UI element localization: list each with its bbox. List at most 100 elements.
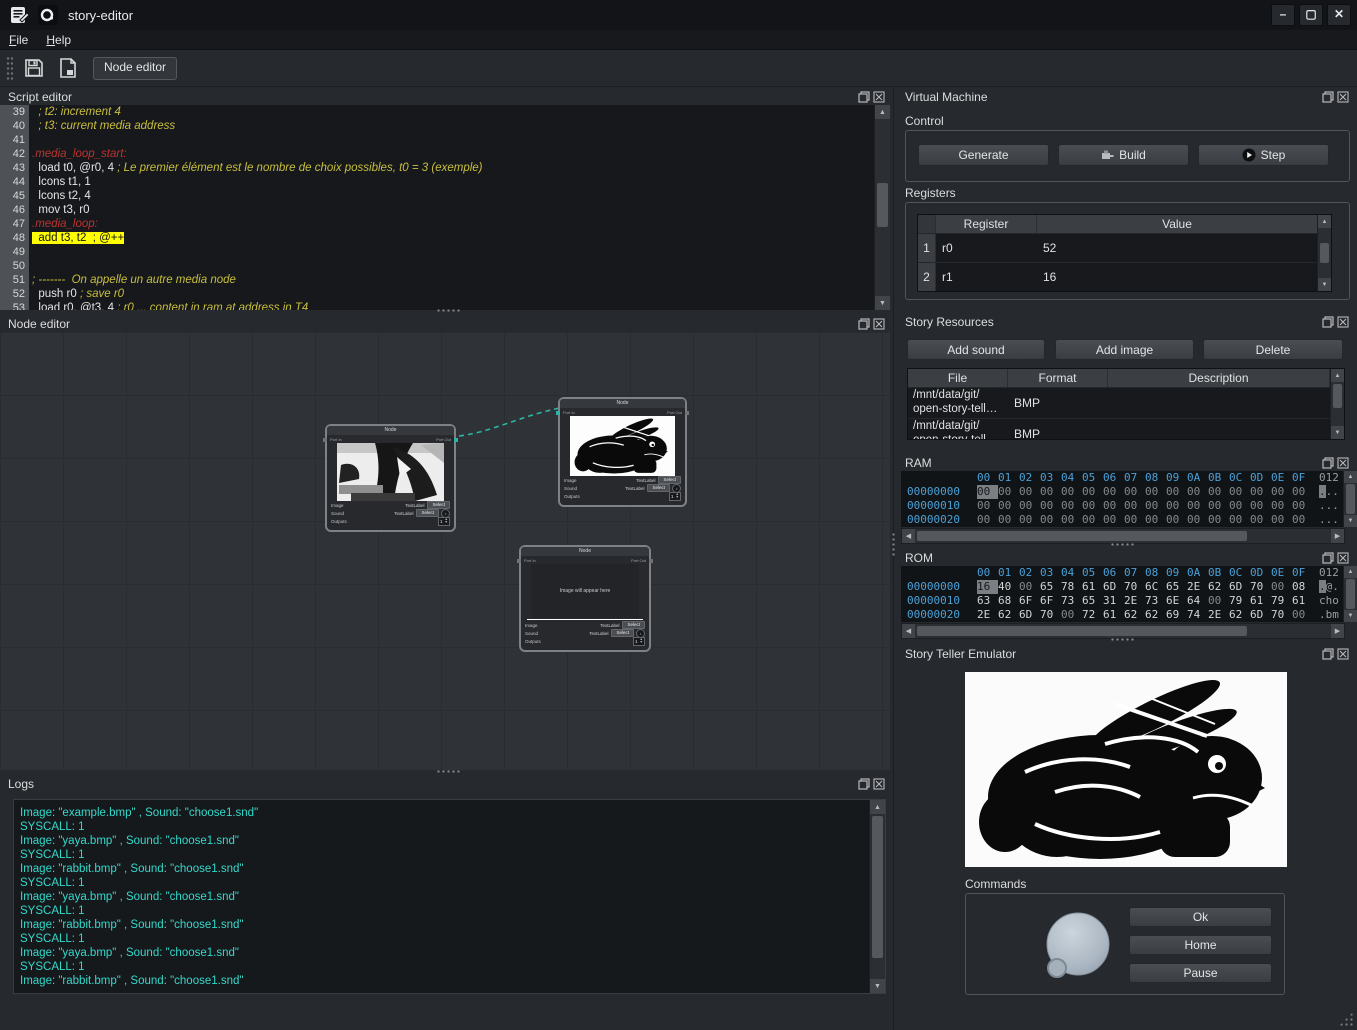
titlebar[interactable]: story-editor – ▢ ✕	[0, 0, 1357, 30]
media-node-rabbit[interactable]: Node Port InPort Out	[558, 397, 687, 507]
float-icon[interactable]	[858, 91, 870, 103]
close-icon[interactable]	[1337, 316, 1349, 328]
maximize-button[interactable]: ▢	[1299, 4, 1323, 26]
menu-help[interactable]: Help	[37, 33, 80, 47]
resources-vscrollbar[interactable]: ▲ ▼	[1330, 369, 1344, 439]
close-icon[interactable]	[1337, 457, 1349, 469]
port-out-dot[interactable]	[649, 559, 653, 563]
code-editor-vscrollbar[interactable]: ▲ ▼	[874, 105, 890, 310]
save-button[interactable]	[21, 55, 47, 81]
float-icon[interactable]	[1322, 648, 1334, 660]
close-icon[interactable]	[873, 318, 885, 330]
log-line: Image: "rabbit.bmp" , Sound: "choose1.sn…	[14, 918, 885, 932]
scroll-up-icon[interactable]: ▲	[875, 105, 890, 119]
splitter-handle[interactable]	[1110, 542, 1136, 547]
log-line: Image: "yaya.bmp" , Sound: "choose1.snd"	[14, 834, 885, 848]
hex-row[interactable]: 0000000000000000000000000000000000000000…	[901, 485, 1343, 499]
close-icon[interactable]	[873, 91, 885, 103]
log-line: Image: "rabbit.bmp" , Sound: "choose1.sn…	[14, 974, 885, 988]
close-icon[interactable]	[1337, 552, 1349, 564]
select-sound-button[interactable]: Select	[647, 484, 670, 492]
code-line: 41	[0, 133, 890, 147]
float-icon[interactable]	[1322, 91, 1334, 103]
code-line: 48 add t3, t2 ; @++	[0, 231, 890, 245]
logs-vscrollbar[interactable]: ▲ ▼	[869, 800, 885, 993]
node-editor-toggle-button[interactable]: Node editor	[93, 57, 177, 80]
build-button[interactable]: Build	[1058, 144, 1189, 166]
port-in-dot[interactable]	[517, 559, 521, 563]
resource-row[interactable]: /mnt/data/git/open-story-tell…BMP	[908, 387, 1344, 418]
new-file-button[interactable]	[55, 55, 81, 81]
node-graph-canvas[interactable]: Node Port InPort Out ImageTextLabelSelec…	[0, 332, 890, 770]
play-icon	[1242, 148, 1256, 162]
register-row[interactable]: 1r052	[918, 233, 1331, 262]
hex-row[interactable]: 0000002000000000000000000000000000000000…	[901, 513, 1343, 527]
float-icon[interactable]	[858, 778, 870, 790]
divider	[893, 88, 894, 1030]
generate-button[interactable]: Generate	[918, 144, 1049, 166]
outputs-spinner[interactable]: 1▲▼	[438, 517, 450, 526]
select-image-button[interactable]: Select	[427, 501, 450, 509]
rom-hex-view[interactable]: 000102030405060708090A0B0C0D0E0F01200000…	[901, 566, 1343, 622]
port-out-dot[interactable]	[454, 438, 458, 442]
select-sound-button[interactable]: Select	[416, 509, 439, 517]
ram-hex-view[interactable]: 000102030405060708090A0B0C0D0E0F01200000…	[901, 471, 1343, 527]
rom-vscrollbar[interactable]: ▲ ▼	[1343, 566, 1357, 622]
splitter-handle[interactable]	[436, 769, 462, 774]
log-output[interactable]: Image: "example.bmp" , Sound: "choose1.s…	[13, 799, 886, 994]
resources-table[interactable]: File Format Description /mnt/data/git/op…	[907, 368, 1345, 440]
add-sound-button[interactable]: Add sound	[907, 339, 1045, 360]
node-image-placeholder: Image will appear here	[531, 564, 639, 618]
ok-button[interactable]: Ok	[1129, 907, 1272, 927]
node-image-thumbnail	[570, 416, 675, 476]
hex-row[interactable]: 000000001640006578616D706C652E626D700008…	[901, 580, 1343, 594]
toolbar-drag-handle[interactable]	[6, 56, 13, 80]
outputs-spinner[interactable]: 1▲▼	[669, 492, 681, 501]
float-icon[interactable]	[858, 318, 870, 330]
close-icon[interactable]	[1337, 648, 1349, 660]
code-line: 45 lcons t2, 4	[0, 189, 890, 203]
menu-file[interactable]: File	[0, 33, 37, 47]
splitter-handle[interactable]	[1110, 637, 1136, 642]
float-icon[interactable]	[1322, 552, 1334, 564]
logs-header: Logs	[0, 775, 893, 792]
step-button[interactable]: Step	[1198, 144, 1329, 166]
hex-row[interactable]: 0000001000000000000000000000000000000000…	[901, 499, 1343, 513]
select-image-button[interactable]: Select	[658, 476, 681, 484]
select-image-button[interactable]: Select	[622, 621, 645, 629]
pause-button[interactable]: Pause	[1129, 963, 1272, 983]
ram-vscrollbar[interactable]: ▲ ▼	[1343, 471, 1357, 527]
media-node-empty[interactable]: Node Port InPort Out Image will appear h…	[519, 545, 651, 652]
script-editor-title: Script editor	[8, 90, 72, 104]
float-icon[interactable]	[1322, 316, 1334, 328]
media-node-story[interactable]: Node Port InPort Out ImageTextLabelSelec…	[325, 424, 456, 532]
menubar: File Help	[0, 30, 1357, 50]
add-image-button[interactable]: Add image	[1055, 339, 1194, 360]
home-button[interactable]: Home	[1129, 935, 1272, 955]
port-out-dot[interactable]	[685, 411, 689, 415]
scroll-up-icon[interactable]: ▲	[870, 800, 885, 814]
registers-vscrollbar[interactable]: ▲ ▼	[1317, 215, 1331, 291]
code-editor[interactable]: 39 ; t2: increment 440 ; t3: current med…	[0, 105, 890, 310]
outputs-spinner[interactable]: 1▲▼	[633, 637, 645, 646]
resource-row[interactable]: /mnt/data/git/open-story-tellBMP	[908, 418, 1344, 440]
port-in-dot[interactable]	[323, 438, 327, 442]
splitter-handle[interactable]	[436, 308, 462, 313]
hex-row[interactable]: 0000001063686F6F7365312E736E640079617961…	[901, 594, 1343, 608]
splitter-handle-vertical[interactable]	[891, 532, 896, 558]
hex-row[interactable]: 000000202E626D70007261626269742E626D7000…	[901, 608, 1343, 622]
jog-knob[interactable]	[1021, 894, 1141, 994]
scroll-down-icon[interactable]: ▼	[875, 296, 890, 310]
scroll-down-icon[interactable]: ▼	[870, 979, 885, 993]
log-line: SYSCALL: 1	[14, 960, 885, 974]
port-in-dot[interactable]	[556, 411, 560, 415]
minimize-button[interactable]: –	[1271, 4, 1295, 26]
register-row[interactable]: 2r116	[918, 262, 1331, 291]
close-button[interactable]: ✕	[1327, 4, 1351, 26]
close-icon[interactable]	[873, 778, 885, 790]
select-sound-button[interactable]: Select	[611, 629, 634, 637]
close-icon[interactable]	[1337, 91, 1349, 103]
registers-table[interactable]: Register Value 1r0522r116 ▲ ▼	[917, 214, 1332, 292]
delete-button[interactable]: Delete	[1203, 339, 1343, 360]
float-icon[interactable]	[1322, 457, 1334, 469]
